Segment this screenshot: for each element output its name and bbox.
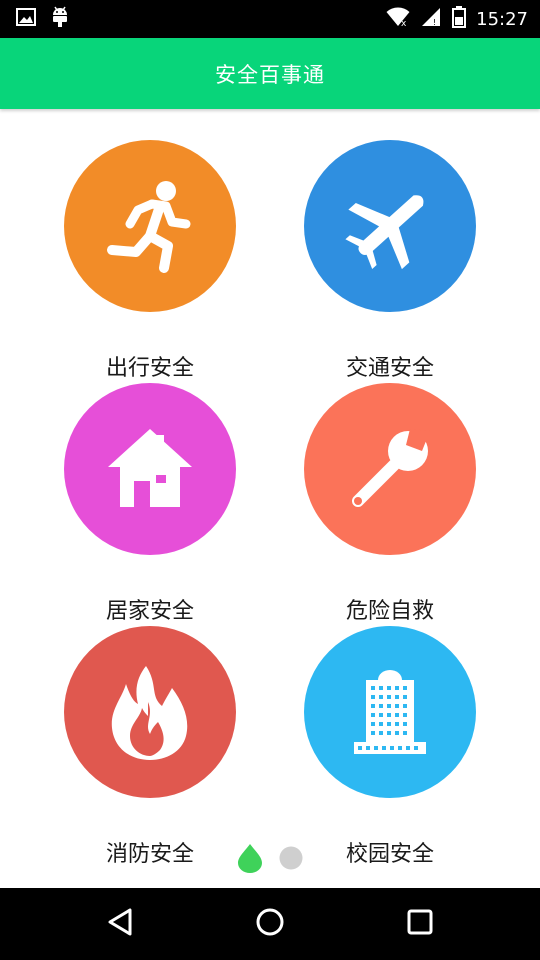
- house-icon: [100, 419, 200, 519]
- wrench-icon: [340, 419, 440, 519]
- home-button[interactable]: [250, 904, 290, 944]
- status-bar: x ! 15:27: [0, 0, 540, 38]
- app-bar: 安全百事通: [0, 38, 540, 109]
- recents-button[interactable]: [400, 904, 440, 944]
- tile-label: 出行安全: [105, 356, 194, 381]
- status-right: x ! 15:27: [386, 4, 528, 34]
- tile-campus-safety[interactable]: 校园安全: [280, 626, 500, 867]
- image-icon: [16, 7, 36, 31]
- tile-circle[interactable]: [304, 626, 476, 798]
- page-dot-inactive[interactable]: [279, 846, 303, 874]
- wifi-icon: x: [386, 7, 410, 31]
- tile-label: 居家安全: [105, 599, 194, 624]
- svg-text:!: !: [433, 18, 436, 27]
- status-clock: 15:27: [476, 8, 528, 30]
- tile-circle[interactable]: [64, 626, 236, 798]
- tile-label: 危险自救: [345, 599, 434, 624]
- tile-traffic-safety[interactable]: 交通安全: [280, 140, 500, 381]
- building-icon: [340, 662, 440, 762]
- tile-circle[interactable]: [64, 140, 236, 312]
- tile-circle[interactable]: [304, 383, 476, 555]
- back-icon: [106, 907, 134, 941]
- flame-icon: [100, 662, 200, 762]
- nav-bar: [0, 888, 540, 960]
- status-left: [16, 6, 70, 32]
- app-screen: x ! 15:27 安全百事通 出行安全 交通安全 居家安全 危险自救 消防安全…: [0, 0, 540, 960]
- running-person-icon: [100, 176, 200, 276]
- tile-label: 交通安全: [345, 356, 434, 381]
- tile-home-safety[interactable]: 居家安全: [40, 383, 260, 624]
- tile-circle[interactable]: [64, 383, 236, 555]
- tile-emergency-self-rescue[interactable]: 危险自救: [280, 383, 500, 624]
- page-title: 安全百事通: [215, 62, 325, 87]
- page-indicator: [0, 843, 540, 877]
- page-dot-active[interactable]: [237, 843, 263, 877]
- home-icon: [255, 907, 285, 941]
- category-grid: 出行安全 交通安全 居家安全 危险自救 消防安全 校园安全: [0, 109, 540, 888]
- cell-signal-icon: !: [420, 6, 442, 32]
- back-button[interactable]: [100, 904, 140, 944]
- tile-circle[interactable]: [304, 140, 476, 312]
- svg-text:x: x: [401, 19, 407, 27]
- tile-fire-safety[interactable]: 消防安全: [40, 626, 260, 867]
- battery-icon: [452, 6, 467, 32]
- airplane-icon: [340, 176, 440, 276]
- android-icon: [50, 6, 70, 32]
- tile-travel-safety[interactable]: 出行安全: [40, 140, 260, 381]
- recents-icon: [406, 908, 434, 940]
